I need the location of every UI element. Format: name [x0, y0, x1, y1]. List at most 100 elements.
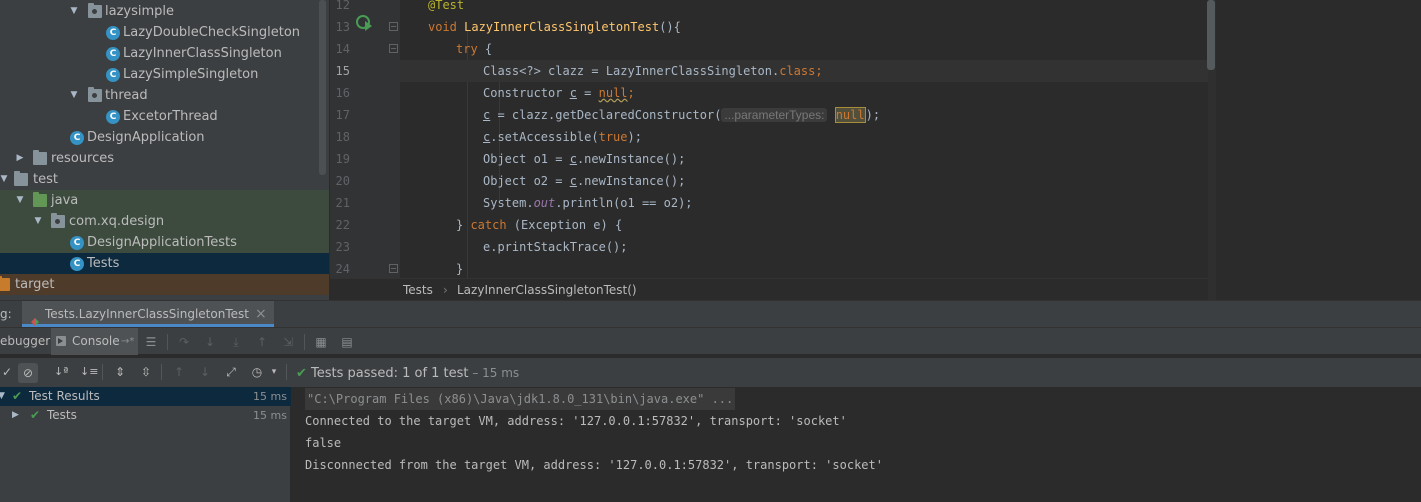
fold-marker-icon[interactable] [389, 264, 398, 273]
code-area[interactable]: @Test void LazyInnerClassSingletonTest()… [400, 0, 1208, 278]
collapse-arrow-icon[interactable]: ▶ [14, 148, 26, 169]
tab-debugger[interactable]: ebugger [0, 328, 50, 355]
close-icon[interactable]: × [255, 301, 267, 328]
tree-item-tests[interactable]: C Tests [0, 253, 329, 274]
code-token: .println(o1 == o2); [555, 196, 693, 210]
evaluate-expression-icon[interactable]: ▦ [314, 335, 328, 349]
show-ignored-icon[interactable]: ⊘ [18, 363, 38, 383]
breadcrumb-method[interactable]: LazyInnerClassSingletonTest() [457, 279, 637, 301]
test-class-label: Tests [47, 408, 77, 422]
tree-item-target[interactable]: target [0, 274, 329, 295]
tree-item-label: LazyDoubleCheckSingleton [123, 25, 301, 40]
check-icon: ✔ [296, 366, 307, 381]
variable-token: c [569, 152, 577, 166]
expand-arrow-icon[interactable]: ▼ [32, 211, 44, 232]
code-line-21: System.out.println(o1 == o2); [400, 192, 1208, 214]
breadcrumb-class[interactable]: Tests [403, 279, 433, 301]
tree-item-java[interactable]: ▼ java [0, 190, 329, 211]
collapse-all-icon[interactable]: ⇳ [139, 365, 153, 379]
code-line-15-current: Class<?> clazz = LazyInnerClassSingleton… [400, 60, 1208, 82]
console-icon [56, 336, 66, 346]
console-command-line[interactable]: "C:\Program Files (x86)\Java\jdk1.8.0_13… [305, 388, 736, 410]
tree-item-designapplication[interactable]: C DesignApplication [0, 127, 329, 148]
run-panel-title: g: [0, 307, 12, 321]
history-icon[interactable]: ◷ [250, 365, 264, 379]
tree-item-thread[interactable]: ▼ thread [0, 85, 329, 106]
test-results-tests[interactable]: ▶ ✔ Tests 15 ms [0, 406, 291, 425]
step-out-icon[interactable]: ↑ [255, 335, 269, 349]
export-icon[interactable]: ⤢ [224, 365, 238, 379]
run-to-cursor-icon[interactable]: ⇲ [281, 335, 295, 349]
tree-item-test[interactable]: ▼ test [0, 169, 329, 190]
tree-scrollbar[interactable] [319, 0, 326, 175]
tree-item-lazyinnerclasssingleton[interactable]: C LazyInnerClassSingleton [0, 43, 329, 64]
step-into-icon[interactable]: ⤓ [229, 335, 243, 349]
run-tab[interactable]: Tests.LazyInnerClassSingletonTest × [22, 301, 274, 327]
line-number: 24 [335, 262, 350, 276]
fold-marker-icon[interactable] [389, 22, 398, 31]
tree-item-com-xq-design[interactable]: ▼ com.xq.design [0, 211, 329, 232]
test-results-root[interactable]: ▼ ✔ Test Results 15 ms [0, 387, 291, 406]
status-count: 1 of 1 test [397, 366, 469, 381]
package-icon [88, 87, 102, 102]
class-icon: C [106, 47, 120, 61]
code-token: Object o2 = [483, 174, 570, 188]
line-number: 13 [335, 20, 350, 34]
test-folder-icon [33, 192, 47, 207]
expand-all-icon[interactable]: ⇕ [113, 365, 127, 379]
layout-icon[interactable]: ☰ [144, 335, 158, 349]
sort-by-duration-icon[interactable]: ↓≡ [80, 365, 98, 379]
test-results-label: Test Results [29, 389, 100, 403]
keyword-token: catch [470, 218, 507, 232]
editor-empty-area [1216, 0, 1421, 300]
tree-item-label: target [15, 277, 55, 292]
run-config-icon [30, 310, 39, 326]
show-execution-point-icon[interactable]: ↷ [177, 335, 191, 349]
debugger-tabs-toolbar: ebugger Console →* ☰ ↷ ↓ ⤓ ↑ ⇲ ▦ ▤ [0, 327, 1421, 355]
tree-item-excetorthread[interactable]: C ExcetorThread [0, 106, 329, 127]
code-token: Class<?> clazz = LazyInnerClassSingleton… [483, 64, 780, 78]
line-number: 23 [335, 240, 350, 254]
tree-item-lazysimple[interactable]: ▼ lazysimple [0, 1, 329, 22]
keyword-token: null [598, 86, 628, 100]
expand-arrow-icon[interactable]: ▼ [0, 387, 5, 406]
expand-arrow-icon[interactable]: ▼ [68, 85, 80, 106]
code-line-19: Object o1 = c.newInstance(); [400, 148, 1208, 170]
next-failed-icon[interactable]: ↓ [198, 365, 212, 379]
code-token: ; [627, 86, 635, 100]
code-token: } [456, 218, 471, 232]
tree-item-label: DesignApplicationTests [87, 235, 237, 250]
expand-arrow-icon[interactable]: ▼ [0, 169, 10, 190]
fold-marker-icon[interactable] [389, 44, 398, 53]
tree-item-lazysimplesingleton[interactable]: C LazySimpleSingleton [0, 64, 329, 85]
tree-item-resources[interactable]: ▶ resources [0, 148, 329, 169]
status-label: Tests passed: [311, 366, 398, 381]
expand-arrow-icon[interactable]: ▼ [68, 1, 80, 22]
settings-dropdown-icon[interactable]: ▾ [267, 365, 281, 379]
step-over-icon[interactable]: ↓ [203, 335, 217, 349]
trace-icon[interactable]: ▤ [340, 335, 354, 349]
test-duration: 15 ms [253, 409, 287, 422]
line-number: 18 [335, 130, 350, 144]
editor-breadcrumb: Tests › LazyInnerClassSingletonTest() [330, 278, 1208, 300]
console-pin-icon[interactable]: →* [121, 328, 134, 355]
code-token: Object o1 = [483, 152, 570, 166]
collapse-arrow-icon[interactable]: ▶ [12, 406, 19, 425]
tree-item-lazydoublechecksingleton[interactable]: C LazyDoubleCheckSingleton [0, 22, 329, 43]
previous-failed-icon[interactable]: ↑ [172, 365, 186, 379]
tree-item-designapplicationtests[interactable]: C DesignApplicationTests [0, 232, 329, 253]
sort-alphabetically-icon[interactable]: ↓ª [54, 365, 68, 379]
line-number: 12 [335, 0, 350, 12]
annotation-token: @Test [428, 0, 465, 12]
show-passed-icon[interactable]: ✓ [0, 365, 14, 379]
static-field-token: out [533, 196, 556, 210]
console-output[interactable]: "C:\Program Files (x86)\Java\jdk1.8.0_13… [292, 387, 1421, 502]
code-line-23: e.printStackTrace(); [400, 236, 1208, 258]
code-editor[interactable]: 12 13 14 15 16 17 18 19 20 21 22 23 24 @… [330, 0, 1421, 300]
editor-gutter[interactable]: 12 13 14 15 16 17 18 19 20 21 22 23 24 [330, 0, 400, 278]
editor-scrollbar[interactable] [1207, 0, 1215, 70]
toolbar-separator [286, 364, 287, 380]
tab-console[interactable]: Console →* [51, 328, 138, 355]
expand-arrow-icon[interactable]: ▼ [14, 190, 26, 211]
run-test-icon[interactable] [356, 15, 372, 31]
